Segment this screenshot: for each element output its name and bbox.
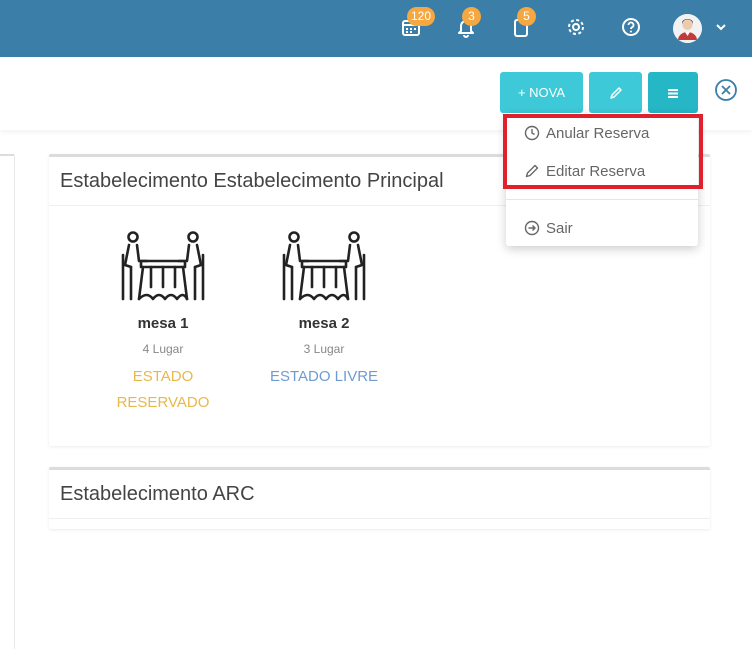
new-button[interactable]: + NOVA: [500, 72, 583, 113]
notifications-button[interactable]: 3: [453, 7, 481, 40]
sidebar-edge: [0, 154, 14, 156]
sidebar-divider: [14, 155, 15, 649]
hamburger-icon: [668, 88, 678, 98]
menu-divider: [506, 199, 698, 200]
panel-divider: [49, 518, 710, 519]
avatar[interactable]: [673, 14, 702, 43]
menu-button[interactable]: [648, 72, 698, 113]
user-avatar-icon: [673, 14, 702, 43]
close-icon[interactable]: [714, 78, 738, 102]
dining-table-icon: [282, 231, 366, 301]
edit-button[interactable]: [589, 72, 642, 113]
panel-title: Estabelecimento Estabelecimento Principa…: [60, 170, 444, 192]
table-name: mesa 1: [137, 315, 189, 332]
help-button[interactable]: [618, 14, 644, 40]
help-icon: [622, 18, 640, 36]
exit-circle-icon: [524, 220, 540, 236]
highlight-box: [503, 114, 703, 189]
clipboard-badge: 5: [517, 7, 536, 26]
top-header: 120 3 5: [0, 0, 752, 57]
table-card-mesa-2[interactable]: mesa 2 3 Lugar ESTADO LIVRE: [249, 231, 399, 390]
tasks-button[interactable]: 5: [508, 7, 536, 40]
panel-title: Estabelecimento ARC: [60, 483, 255, 505]
establishment-panel: Estabelecimento ARC: [49, 467, 710, 529]
bell-badge: 3: [462, 7, 481, 26]
pencil-icon: [609, 86, 622, 99]
table-card-mesa-1[interactable]: mesa 1 4 Lugar ESTADO RESERVADO: [88, 231, 238, 416]
settings-button[interactable]: [563, 14, 589, 40]
table-name: mesa 2: [298, 315, 350, 332]
dining-table-icon: [121, 231, 205, 301]
table-status: ESTADO RESERVADO: [116, 368, 210, 411]
calendar-badge: 120: [407, 7, 436, 26]
calendar-button[interactable]: 120: [398, 7, 436, 40]
table-status: ESTADO LIVRE: [269, 368, 379, 385]
table-seats: 3 Lugar: [303, 342, 345, 356]
menu-item-sair[interactable]: Sair: [524, 216, 573, 240]
gear-icon: [568, 19, 584, 35]
chevron-down-icon[interactable]: [714, 20, 728, 34]
table-seats: 4 Lugar: [142, 342, 184, 356]
menu-item-label: Sair: [546, 219, 573, 237]
